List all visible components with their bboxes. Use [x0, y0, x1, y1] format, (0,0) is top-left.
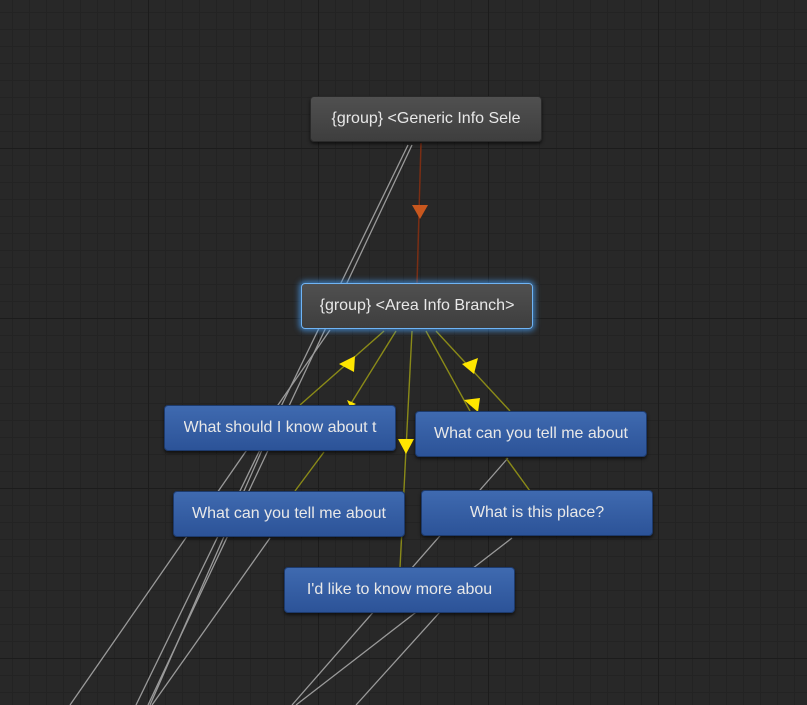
node-area-info-branch[interactable]: {group} <Area Info Branch>	[301, 283, 533, 329]
link-arrow-icon	[462, 358, 478, 374]
node-label: I'd like to know more abou	[306, 581, 493, 598]
link-external	[149, 449, 263, 705]
link-external	[151, 537, 271, 705]
node-label: {group} <Area Info Branch>	[319, 297, 515, 314]
node-label: What can you tell me about	[434, 425, 628, 442]
link-external	[295, 537, 513, 705]
link-child	[349, 330, 397, 406]
link-generic-to-area	[412, 142, 428, 285]
link-arrow-icon	[412, 205, 428, 219]
node-label: {group} <Generic Info Sele	[331, 110, 521, 127]
link-arrow-icon	[339, 356, 355, 372]
node-what-is-this-place[interactable]: What is this place?	[421, 490, 653, 536]
link-child	[294, 451, 325, 492]
node-generic-info-selection[interactable]: {group} <Generic Info Sele	[310, 96, 542, 142]
node-what-can-you-tell-1[interactable]: What can you tell me about	[415, 411, 647, 457]
node-what-should-i-know[interactable]: What should I know about t	[164, 405, 396, 451]
node-label: What can you tell me about	[192, 505, 386, 522]
node-what-can-you-tell-2[interactable]: What can you tell me about	[173, 491, 405, 537]
link-child	[505, 457, 531, 492]
link-arrow-icon	[398, 439, 414, 454]
node-label: What is this place?	[469, 504, 605, 521]
dialogue-graph-canvas[interactable]: {group} <Generic Info Sele {group} <Area…	[0, 0, 807, 705]
node-id-like-to-know-more[interactable]: I'd like to know more abou	[284, 567, 515, 613]
node-label: What should I know about t	[183, 419, 377, 436]
